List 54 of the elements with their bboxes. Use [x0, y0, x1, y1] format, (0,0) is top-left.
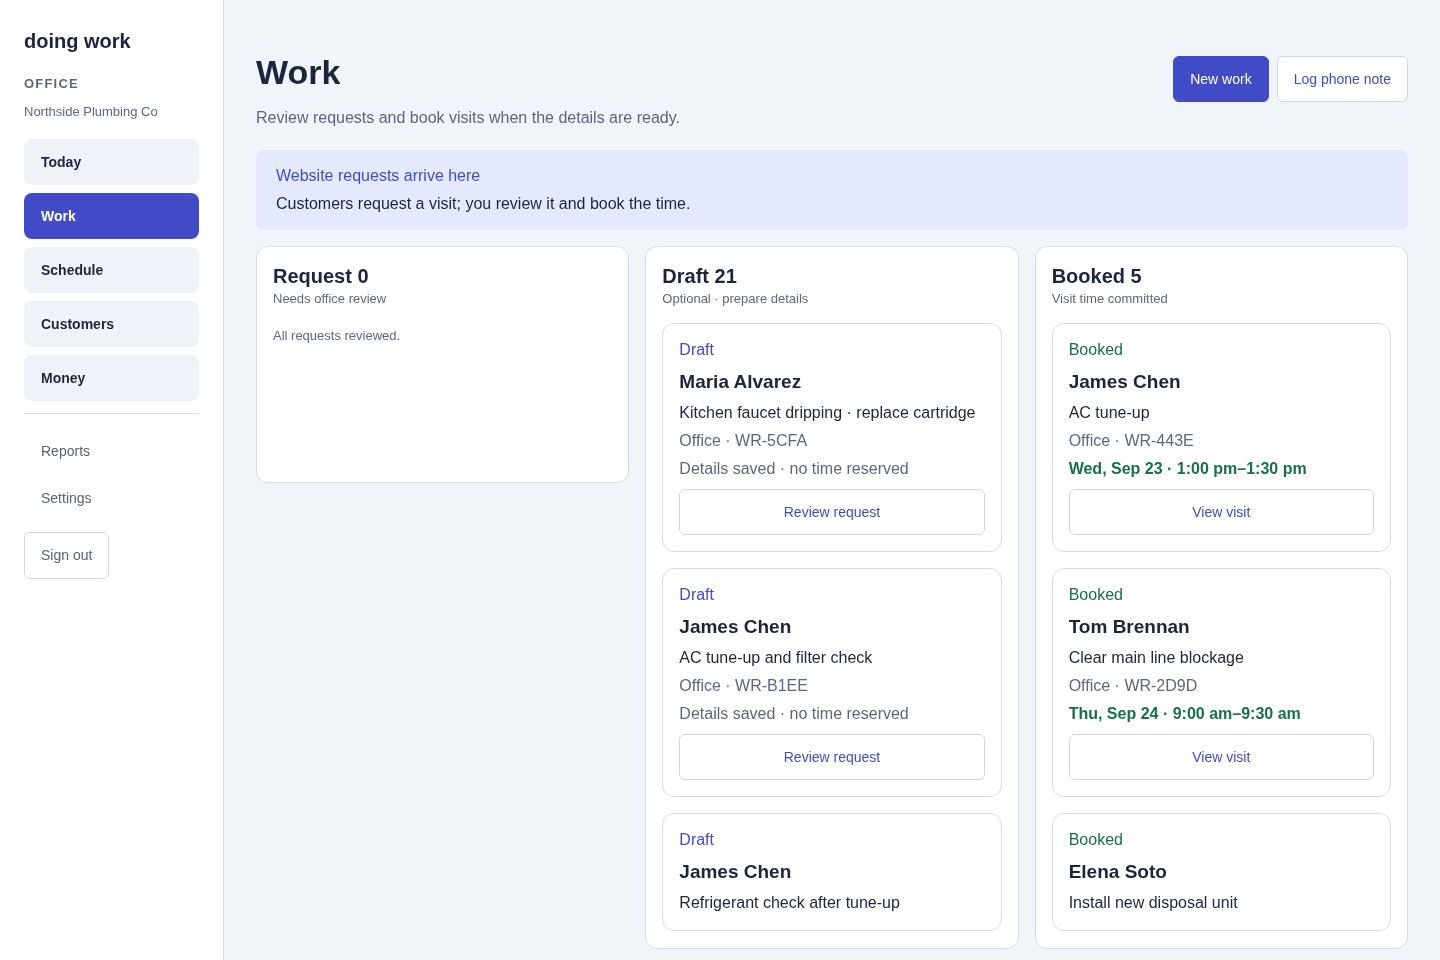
job-reference: Office · WR-443E [1068, 430, 1195, 451]
empty-message: All requests reviewed. [273, 327, 402, 345]
new-work-button[interactable]: New work [1173, 56, 1269, 102]
status-label: Draft [679, 585, 715, 606]
job-reference: Office · WR-5CFA [679, 430, 809, 451]
view-visit-button[interactable]: View visit [1068, 734, 1374, 781]
nav-link[interactable]: Reports [24, 428, 108, 475]
sign-out-button[interactable]: Sign out [24, 532, 110, 579]
job-reference: Office · WR-B1EE [679, 675, 809, 696]
job-status-note: Details saved · no time reserved [679, 703, 910, 724]
column-subtitle: Optional · prepare details [662, 289, 810, 308]
column-title: Draft 21 [662, 263, 738, 289]
nav-link[interactable]: Settings [24, 475, 109, 522]
app-logo-text: doing work [24, 29, 132, 54]
status-label: Booked [1068, 585, 1124, 606]
column-subtitle: Needs office review [273, 289, 388, 308]
page-subtitle: Review requests and book visits when the details are ready. [256, 107, 680, 128]
customer-name: James Chen [1068, 369, 1182, 394]
nav-item[interactable]: Schedule [24, 247, 199, 293]
column-title: Request 0 [273, 263, 370, 289]
customer-name: Maria Alvarez [679, 369, 803, 394]
status-label: Booked [1068, 340, 1124, 361]
visit-time: Wed, Sep 23 · 1:00 pm–1:30 pm [1068, 458, 1308, 479]
status-label: Draft [679, 830, 715, 851]
banner-title: Website requests arrive here [276, 166, 482, 187]
customer-name: James Chen [679, 614, 793, 639]
status-label: Booked [1068, 830, 1124, 851]
review-request-button[interactable]: Review request [679, 489, 985, 536]
page-title: Work [256, 52, 342, 93]
banner-text: Customers request a visit; you review it and book the time. [276, 194, 692, 214]
column-title: Booked 5 [1051, 263, 1143, 289]
nav-item[interactable]: Customers [24, 301, 199, 347]
column-subtitle: Visit time committed [1051, 289, 1169, 308]
customer-name: Elena Soto [1068, 859, 1168, 884]
log-note-button[interactable]: Log phone note [1276, 56, 1408, 102]
nav-item[interactable]: Work [24, 193, 199, 239]
section-label: OFFICE [24, 75, 80, 93]
visit-time: Thu, Sep 24 · 9:00 am–9:30 am [1068, 703, 1302, 724]
customer-name: James Chen [679, 859, 793, 884]
job-status-note: Details saved · no time reserved [679, 458, 910, 479]
customer-name: Tom Brennan [1068, 614, 1191, 639]
job-reference: Office · WR-2D9D [1068, 675, 1199, 696]
job-description: AC tune-up [1068, 403, 1151, 424]
office-name: Northside Plumbing Co [24, 102, 159, 121]
nav-item[interactable]: Money [24, 355, 199, 401]
job-description: Clear main line blockage [1068, 648, 1245, 669]
job-description: Kitchen faucet dripping · replace cartridge [679, 403, 977, 424]
review-request-button[interactable]: Review request [679, 734, 985, 781]
job-description: Refrigerant check after tune-up [679, 893, 901, 914]
status-label: Draft [679, 340, 715, 361]
job-description: Install new disposal unit [1068, 893, 1239, 914]
nav-item[interactable]: Today [24, 139, 199, 185]
job-description: AC tune-up and filter check [679, 648, 874, 669]
view-visit-button[interactable]: View visit [1068, 489, 1374, 536]
